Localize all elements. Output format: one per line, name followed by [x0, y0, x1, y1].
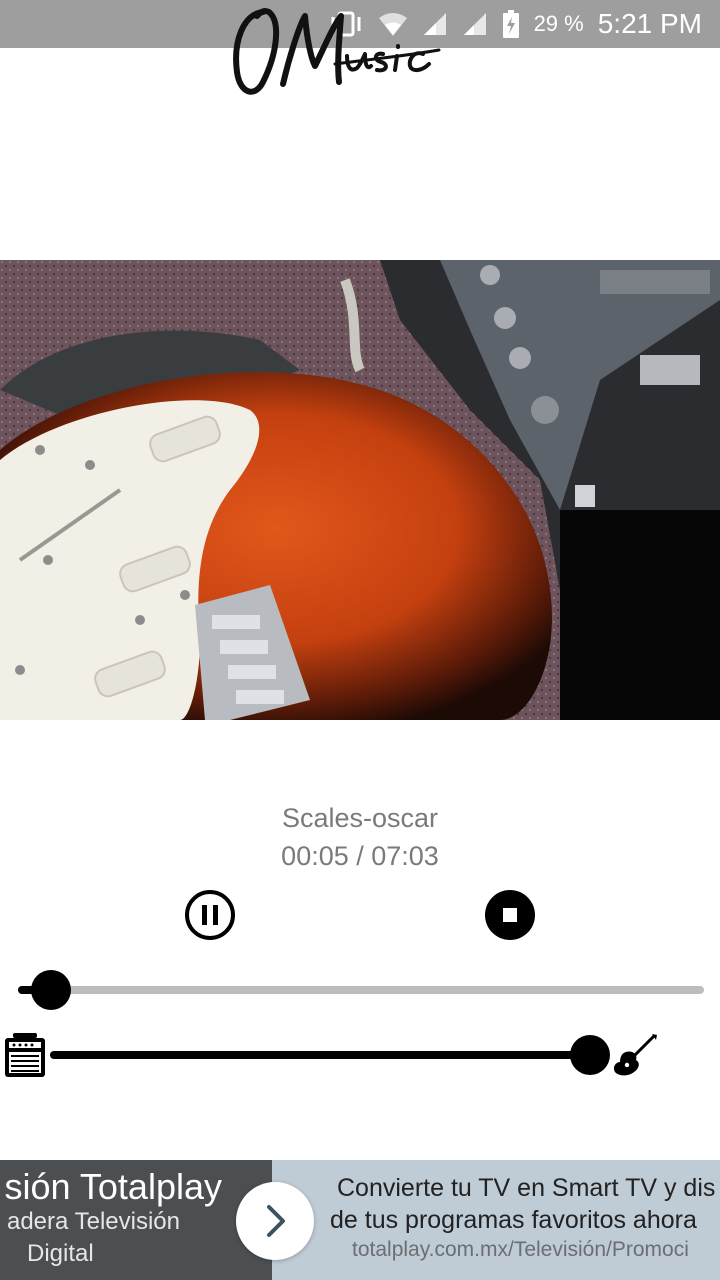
album-art-image: [0, 260, 720, 720]
ad-subtitle: Digital: [27, 1240, 94, 1267]
ad-subtitle: adera Televisión: [6, 1208, 180, 1235]
clock: 5:21 PM: [597, 8, 702, 39]
pause-button[interactable]: [184, 889, 236, 941]
ad-headline: de tus programas favoritos ahora: [330, 1206, 697, 1234]
battery-charging-icon: [502, 10, 520, 38]
battery-percent: 29 %: [533, 11, 584, 36]
stop-icon: [485, 890, 535, 940]
chevron-right-icon: [267, 1205, 285, 1237]
pause-icon: [185, 890, 235, 940]
app-logo: [225, 2, 455, 102]
mix-slider-thumb[interactable]: [570, 1035, 610, 1075]
ad-open-button[interactable]: [236, 1182, 314, 1260]
ad-brand-panel: sión Totalplay adera Televisión Digital: [0, 1160, 272, 1280]
mix-fill: [50, 1051, 590, 1059]
track-time: 00:05 / 07:03: [281, 841, 439, 871]
progress-slider-thumb[interactable]: [31, 970, 72, 1010]
track-title: Scales-oscar: [281, 803, 439, 833]
stop-button[interactable]: [484, 889, 536, 941]
ad-headline: Convierte tu TV en Smart TV y dis: [337, 1174, 716, 1202]
amplifier-icon[interactable]: [5, 1033, 45, 1077]
ad-url[interactable]: totalplay.com.mx/Televisión/Promoci: [352, 1238, 689, 1262]
signal-icon: [462, 11, 488, 37]
ad-brand: sión Totalplay: [4, 1166, 222, 1207]
ad-banner[interactable]: sión Totalplay adera Televisión Digital …: [0, 1160, 720, 1280]
guitar-icon[interactable]: [612, 1032, 658, 1078]
progress-track[interactable]: [18, 986, 704, 994]
